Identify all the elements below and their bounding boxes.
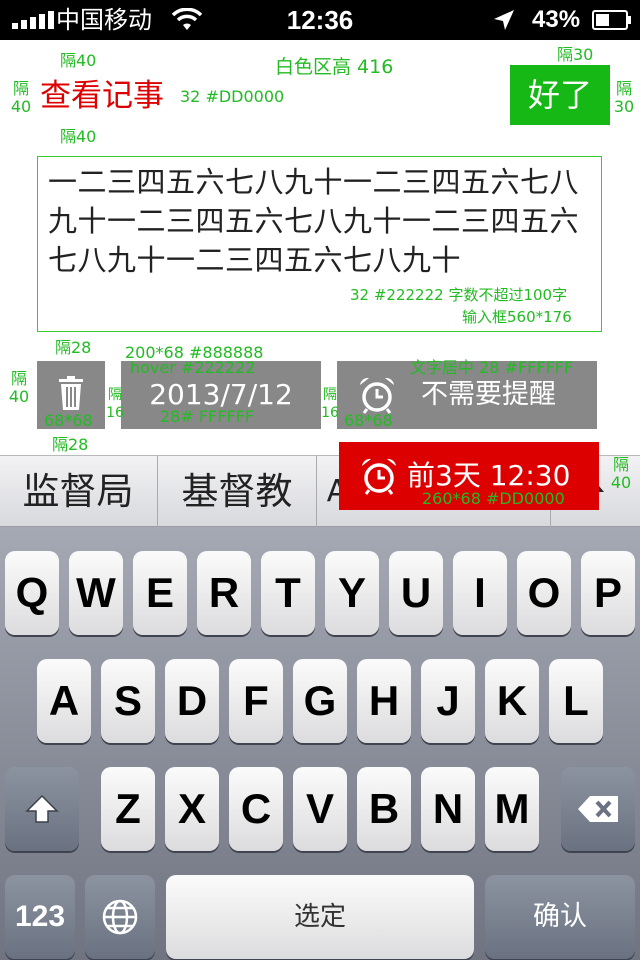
annotation-hover-spec: hover #222222 xyxy=(130,358,256,377)
annotation-white-area: 白色区高 416 xyxy=(275,56,394,78)
key-c[interactable]: C xyxy=(229,767,283,851)
battery-icon xyxy=(592,10,631,30)
note-input[interactable]: 一二三四五六七八九十一二三四五六七八九十一二三四五六七八九十一二三四五六七八九十… xyxy=(37,156,602,332)
key-t[interactable]: T xyxy=(261,551,315,635)
key-a[interactable]: A xyxy=(37,659,91,743)
annotation-title-spec: 32 #DD0000 xyxy=(180,87,285,106)
space-key[interactable]: 选定 xyxy=(166,875,474,959)
key-m[interactable]: M xyxy=(485,767,539,851)
key-q[interactable]: Q xyxy=(5,551,59,635)
key-u[interactable]: U xyxy=(389,551,443,635)
annotation-red-spec: 260*68 #DD0000 xyxy=(422,489,565,508)
key-p[interactable]: P xyxy=(581,551,635,635)
annotation-gap: 隔28 xyxy=(52,435,89,454)
location-arrow-icon xyxy=(494,10,514,30)
candidate-word[interactable]: 监督局 xyxy=(0,456,156,528)
key-r[interactable]: R xyxy=(197,551,251,635)
annotation-alarm-size: 68*68 xyxy=(344,411,393,430)
globe-icon xyxy=(102,899,138,935)
annotation-gap: 隔28 xyxy=(55,338,92,357)
backspace-key[interactable] xyxy=(561,767,635,851)
annotation-gap: 隔40 xyxy=(60,51,97,70)
shift-key[interactable] xyxy=(5,767,79,851)
key-s[interactable]: S xyxy=(101,659,155,743)
key-k[interactable]: K xyxy=(485,659,539,743)
annotation-gap: 隔40 xyxy=(60,127,97,146)
backspace-icon xyxy=(578,796,618,822)
key-z[interactable]: Z xyxy=(101,767,155,851)
key-j[interactable]: J xyxy=(421,659,475,743)
alarm-clock-icon xyxy=(362,458,396,495)
candidate-word[interactable]: 基督教 xyxy=(158,456,316,528)
key-v[interactable]: V xyxy=(293,767,347,851)
annotation-gap: 隔16 xyxy=(106,387,124,421)
key-x[interactable]: X xyxy=(165,767,219,851)
key-n[interactable]: N xyxy=(421,767,475,851)
annotation-gap: 隔40 xyxy=(10,79,32,116)
annotation-gap: 隔16 xyxy=(321,387,339,421)
annotation-text-center: 文字居中 28 #FFFFFF xyxy=(410,358,574,377)
key-g[interactable]: G xyxy=(293,659,347,743)
annotation-date-text-spec: 28# FFFFFF xyxy=(160,407,255,426)
key-y[interactable]: Y xyxy=(325,551,379,635)
keyboard: Q W E R T Y U I O P A S D F G H J K L Z … xyxy=(0,527,640,960)
confirm-key[interactable]: 确认 xyxy=(485,875,635,959)
key-b[interactable]: B xyxy=(357,767,411,851)
shift-arrow-icon xyxy=(25,794,59,823)
key-o[interactable]: O xyxy=(517,551,571,635)
trash-icon xyxy=(59,376,83,410)
annotation-gap: 隔40 xyxy=(8,369,30,406)
battery-percent: 43% xyxy=(532,6,581,33)
key-h[interactable]: H xyxy=(357,659,411,743)
page-title: 查看记事 xyxy=(40,78,164,114)
globe-key[interactable] xyxy=(85,875,155,959)
key-i[interactable]: I xyxy=(453,551,507,635)
alarm-clock-icon xyxy=(360,377,394,414)
key-l[interactable]: L xyxy=(549,659,603,743)
key-e[interactable]: E xyxy=(133,551,187,635)
status-bar: 中国移动 12:36 43% xyxy=(0,0,640,40)
key-d[interactable]: D xyxy=(165,659,219,743)
note-text: 一二三四五六七八九十一二三四五六七八九十一二三四五六七八九十一二三四五六七八九十… xyxy=(48,165,580,277)
done-button[interactable]: 好了 xyxy=(510,65,610,125)
numbers-key[interactable]: 123 xyxy=(5,875,75,959)
annotation-gap: 隔30 xyxy=(557,45,594,64)
annotation-trash-size: 68*68 xyxy=(44,411,93,430)
annotation-gap: 隔30 xyxy=(613,79,635,116)
key-f[interactable]: F xyxy=(229,659,283,743)
key-w[interactable]: W xyxy=(69,551,123,635)
annotation-gap: 隔40 xyxy=(610,455,632,492)
